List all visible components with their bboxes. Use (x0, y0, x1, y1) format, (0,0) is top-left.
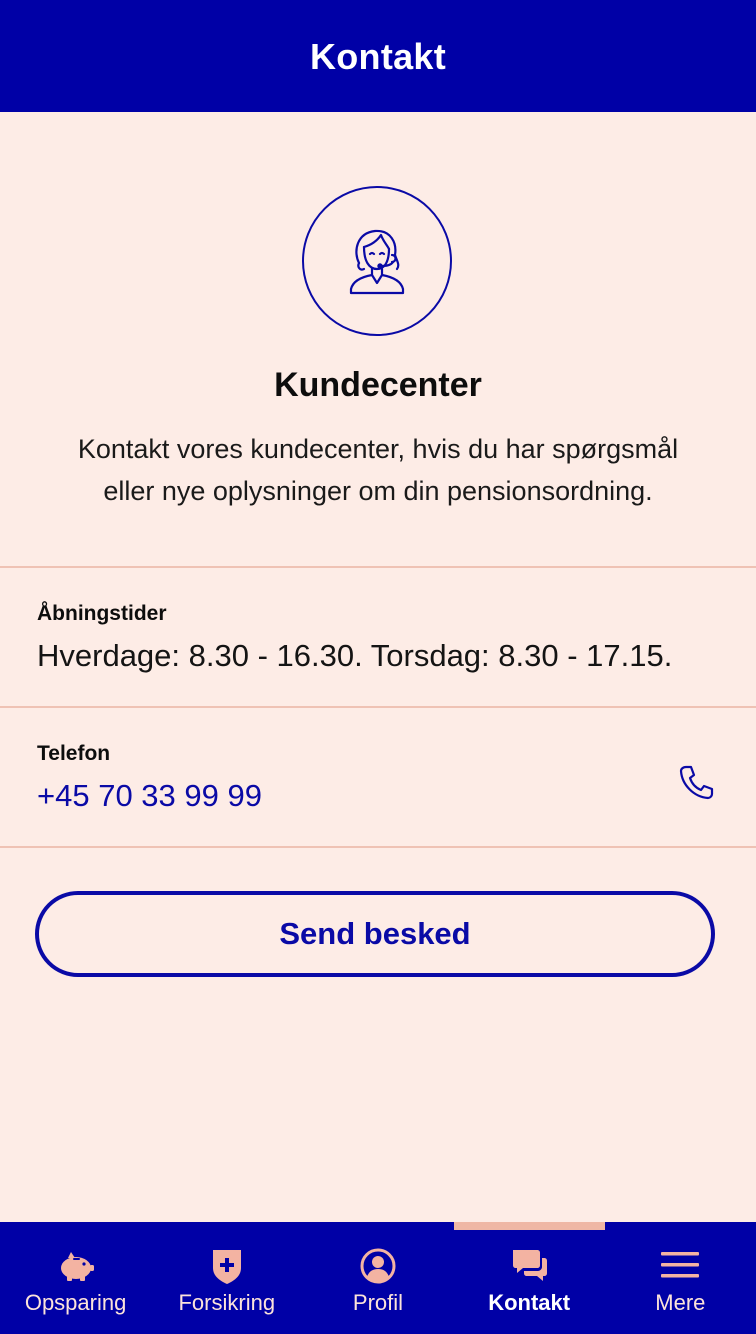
phone-icon[interactable] (676, 762, 716, 802)
profile-icon (360, 1248, 396, 1284)
opening-hours-row: Åbningstider Hverdage: 8.30 - 16.30. Tor… (0, 568, 756, 708)
nav-label: Forsikring (178, 1290, 276, 1315)
contact-screen: Kontakt Kundecenter Kontakt vores kundec… (0, 0, 756, 1334)
customer-center-description: Kontakt vores kundecenter, hvis du har s… (48, 428, 708, 512)
nav-label: Mere (655, 1290, 706, 1315)
active-tab-indicator (453, 1222, 605, 1230)
customer-center-title: Kundecenter (274, 366, 482, 404)
phone-number-link[interactable]: +45 70 33 99 99 (37, 778, 262, 814)
nav-label: Profil (352, 1290, 404, 1315)
send-message-button[interactable]: Send besked (35, 891, 715, 977)
opening-hours-value: Hverdage: 8.30 - 16.30. Torsdag: 8.30 - … (37, 638, 673, 673)
nav-item-kontakt[interactable]: Kontakt (453, 1222, 605, 1334)
hamburger-menu-icon (661, 1252, 700, 1278)
customer-center-section: Kundecenter Kontakt vores kundecenter, h… (0, 112, 756, 568)
customer-service-agent-icon (302, 186, 452, 336)
opening-hours-label: Åbningstider (37, 602, 167, 625)
bottom-navigation: Opsparing Forsikring Profil Kontakt Mere (0, 1222, 756, 1334)
divider (0, 846, 756, 848)
description-line-2: eller nye oplysninger om din pensionsord… (103, 476, 653, 506)
chat-bubbles-icon (513, 1250, 548, 1281)
phone-row[interactable]: Telefon +45 70 33 99 99 (0, 708, 756, 848)
nav-item-opsparing[interactable]: Opsparing (0, 1222, 151, 1334)
page-title: Kontakt (309, 36, 447, 77)
nav-label: Kontakt (488, 1290, 571, 1315)
nav-label: Opsparing (24, 1290, 127, 1315)
phone-label: Telefon (37, 742, 111, 765)
shield-plus-icon (212, 1250, 241, 1284)
send-message-button-label: Send besked (279, 916, 471, 951)
nav-item-forsikring[interactable]: Forsikring (151, 1222, 302, 1334)
nav-item-mere[interactable]: Mere (605, 1222, 756, 1334)
nav-item-profil[interactable]: Profil (302, 1222, 453, 1334)
description-line-1: Kontakt vores kundecenter, hvis du har s… (77, 434, 679, 464)
top-bar: Kontakt (0, 0, 756, 112)
piggy-bank-icon (60, 1252, 94, 1281)
